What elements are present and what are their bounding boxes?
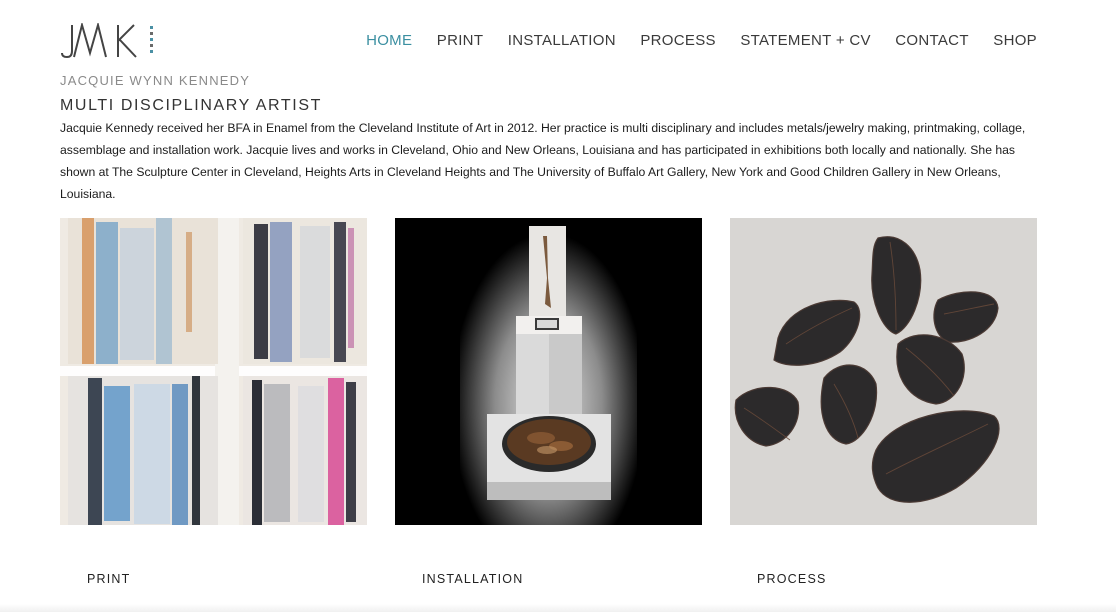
metal-pods-image — [730, 218, 1037, 525]
gallery-caption-installation[interactable]: INSTALLATION — [422, 572, 523, 586]
site-logo[interactable] — [60, 23, 160, 61]
page-subtitle: MULTI DISCIPLINARY ARTIST — [60, 97, 322, 114]
artist-bio: Jacquie Kennedy received her BFA in Enam… — [60, 121, 1026, 201]
nav-installation[interactable]: INSTALLATION — [508, 32, 616, 49]
gallery-caption-process[interactable]: PROCESS — [757, 572, 827, 586]
nav-contact[interactable]: CONTACT — [895, 32, 968, 49]
gallery-caption-print[interactable]: PRINT — [87, 572, 131, 586]
nav-shop[interactable]: SHOP — [993, 32, 1037, 49]
xray-print-image — [60, 218, 367, 525]
gallery-tile-process[interactable] — [730, 218, 1037, 525]
gallery-tile-print[interactable] — [60, 218, 367, 525]
nav-home[interactable]: HOME — [366, 32, 412, 49]
page: JACQUIE WYNN KENNEDY HOME PRINT INSTALLA… — [0, 0, 1116, 612]
nav-print[interactable]: PRINT — [437, 32, 484, 49]
jwk-logo-mark — [61, 23, 153, 59]
main-nav: HOME PRINT INSTALLATION PROCESS STATEMEN… — [366, 32, 1037, 49]
nav-process[interactable]: PROCESS — [640, 32, 715, 49]
nav-statement-cv[interactable]: STATEMENT + CV — [740, 32, 870, 49]
pedestal-installation-image — [395, 218, 702, 525]
bottom-edge-shadow — [0, 604, 1116, 612]
artist-name: JACQUIE WYNN KENNEDY — [60, 73, 251, 88]
gallery-tile-installation[interactable] — [395, 218, 702, 525]
gallery — [60, 218, 1037, 525]
